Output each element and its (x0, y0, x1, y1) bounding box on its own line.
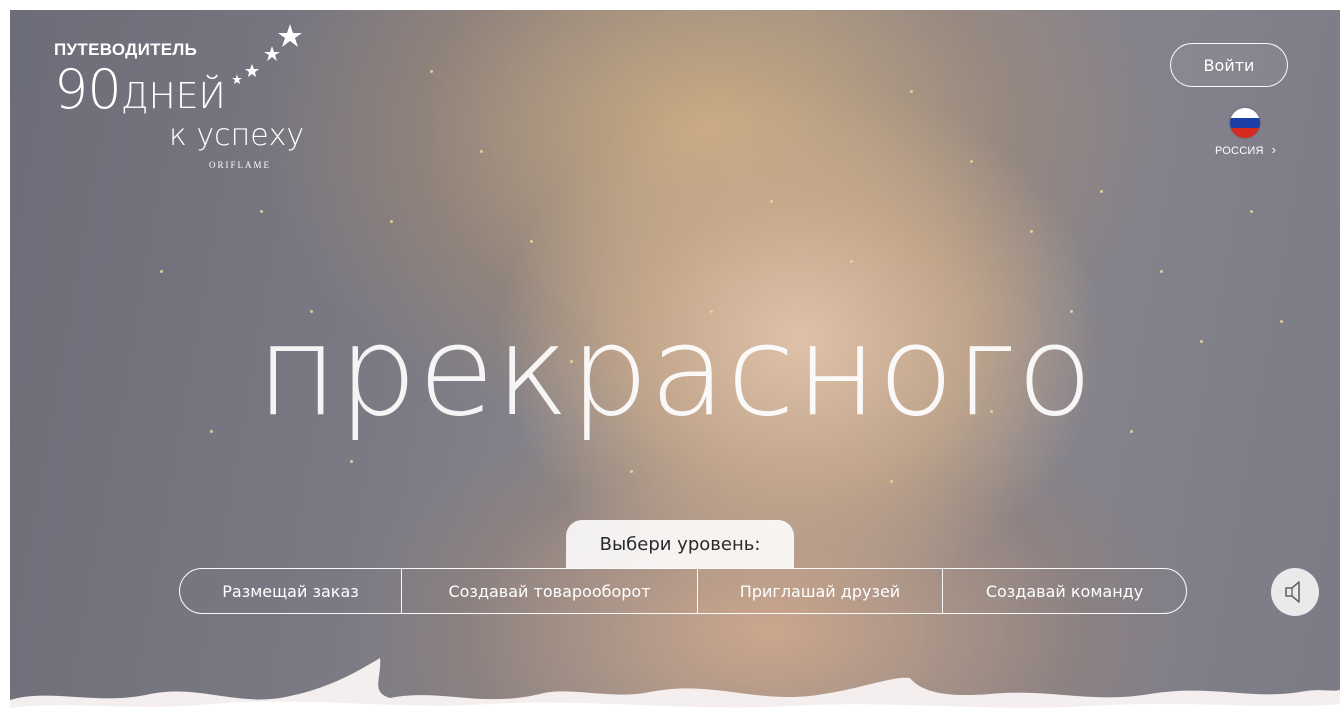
speaker-icon (1285, 581, 1300, 603)
logo-brand-text: ORIFLAME (209, 160, 272, 170)
country-label: РОССИЯ › (1215, 142, 1276, 157)
logo-guide-text: ПУТЕВОДИТЕЛЬ (54, 40, 198, 59)
logo-days-text: 90ДНЕЙ (54, 62, 226, 125)
logo-success-text: к успеху (169, 118, 305, 153)
logo-days-number: 90 (54, 58, 122, 121)
sound-toggle-button[interactable] (1271, 568, 1319, 616)
hero-headline: прекрасного (256, 300, 1094, 444)
tab-invite-friends[interactable]: Приглашай друзей (697, 569, 942, 613)
tab-create-turnover[interactable]: Создавай товарооборот (401, 569, 697, 613)
tab-place-order[interactable]: Размещай заказ (180, 569, 401, 613)
level-tabs: Размещай заказ Создавай товарооборот При… (179, 568, 1187, 614)
level-selector-title: Выбери уровень: (566, 520, 794, 568)
russia-flag-icon (1230, 108, 1260, 138)
country-selector[interactable]: РОССИЯ › (1215, 108, 1295, 158)
country-name: РОССИЯ (1215, 145, 1264, 157)
stars-icon (232, 24, 302, 84)
brush-stroke-decoration (10, 658, 1340, 718)
tab-create-team[interactable]: Создавай команду (942, 569, 1186, 613)
logo-days-word: ДНЕЙ (120, 76, 226, 117)
site-logo[interactable]: ПУТЕВОДИТЕЛЬ 90ДНЕЙ к успеху ORIFLAME (54, 24, 334, 184)
chevron-right-icon: › (1271, 142, 1277, 157)
hero-page: ПУТЕВОДИТЕЛЬ 90ДНЕЙ к успеху ORIFLAME Во… (10, 10, 1340, 718)
login-button[interactable]: Войти (1170, 43, 1288, 87)
